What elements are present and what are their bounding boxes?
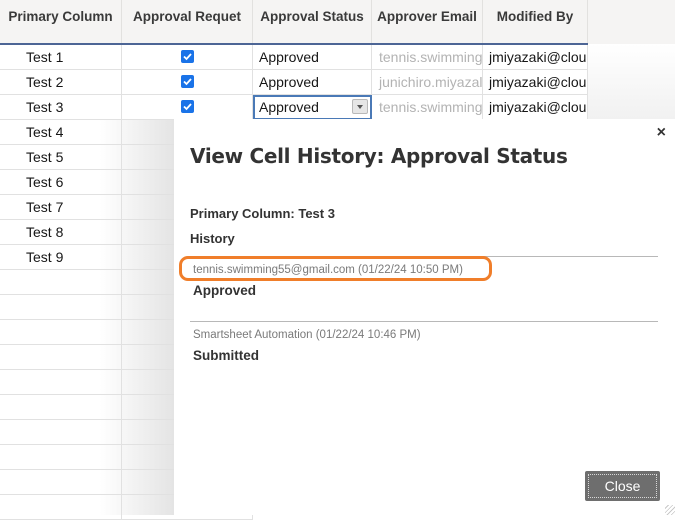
history-label: History xyxy=(190,231,235,246)
empty-cell[interactable] xyxy=(0,395,122,420)
empty-cell[interactable] xyxy=(0,495,122,520)
empty-cell[interactable] xyxy=(0,370,122,395)
column-header-approver-email[interactable]: Approver Email xyxy=(372,0,483,44)
primary-cell[interactable]: Test 3 xyxy=(0,95,122,120)
primary-cell[interactable]: Test 8 xyxy=(0,220,122,245)
empty-cell[interactable] xyxy=(0,445,122,470)
modified-by-cell[interactable]: jmiyazaki@clou xyxy=(483,70,588,95)
entry-divider xyxy=(190,321,658,322)
approver-email-cell[interactable]: tennis.swimming xyxy=(372,95,483,120)
approval-status-cell[interactable]: Approved xyxy=(253,70,372,95)
modified-by-cell[interactable]: jmiyazaki@clou xyxy=(483,95,588,120)
empty-cell[interactable] xyxy=(0,320,122,345)
empty-cell[interactable] xyxy=(0,270,122,295)
table-row: Test 3 Approved tennis.swimming jmiyazak… xyxy=(0,95,588,120)
highlight-annotation xyxy=(179,256,492,281)
approver-email-cell[interactable]: tennis.swimming xyxy=(372,45,483,70)
primary-column-label: Primary Column: Test 3 xyxy=(190,206,335,221)
close-button[interactable]: Close xyxy=(585,471,660,501)
dialog-title: View Cell History: Approval Status xyxy=(190,144,568,168)
primary-cell[interactable]: Test 7 xyxy=(0,195,122,220)
entry-author-timestamp: Smartsheet Automation (01/22/24 10:46 PM… xyxy=(193,329,421,341)
empty-cell[interactable] xyxy=(0,295,122,320)
close-icon[interactable]: × xyxy=(657,124,666,142)
approval-request-cell[interactable] xyxy=(122,45,253,70)
column-header-row: Primary Column Approval Requet Approval … xyxy=(0,0,675,44)
dropdown-arrow-icon[interactable] xyxy=(352,99,368,114)
column-header-modified-by[interactable]: Modified By xyxy=(483,0,588,44)
primary-cell[interactable]: Test 2 xyxy=(0,70,122,95)
approval-request-cell[interactable] xyxy=(122,95,253,120)
column-header-approval-request[interactable]: Approval Requet xyxy=(122,0,253,44)
table-row: Test 2 Approved junichiro.miyazal jmiyaz… xyxy=(0,70,588,95)
empty-cell[interactable] xyxy=(0,470,122,495)
approval-status-cell[interactable]: Approved xyxy=(253,45,372,70)
empty-cell[interactable] xyxy=(0,345,122,370)
approval-status-value: Approved xyxy=(259,99,319,115)
grid-background xyxy=(588,44,675,119)
entry-value: Approved xyxy=(193,283,257,298)
entry-value: Submitted xyxy=(193,348,259,363)
modified-by-cell[interactable]: jmiyazaki@clou xyxy=(483,45,588,70)
table-row: Test 1 Approved tennis.swimming jmiyazak… xyxy=(0,45,588,70)
approval-status-cell-active[interactable]: Approved xyxy=(253,95,372,120)
primary-cell[interactable]: Test 9 xyxy=(0,245,122,270)
primary-cell[interactable]: Test 4 xyxy=(0,120,122,145)
primary-cell[interactable]: Test 6 xyxy=(0,170,122,195)
column-header-approval-status[interactable]: Approval Status xyxy=(253,0,372,44)
cell-history-dialog: × View Cell History: Approval Status Pri… xyxy=(174,119,675,515)
column-header-primary[interactable]: Primary Column xyxy=(0,0,122,44)
approval-request-cell[interactable] xyxy=(122,70,253,95)
resize-handle[interactable] xyxy=(665,505,675,515)
history-entry: Smartsheet Automation (01/22/24 10:46 PM… xyxy=(190,321,658,363)
checkbox-checked-icon[interactable] xyxy=(180,100,194,113)
empty-cell[interactable] xyxy=(0,420,122,445)
approver-email-cell[interactable]: junichiro.miyazal xyxy=(372,70,483,95)
primary-cell[interactable]: Test 5 xyxy=(0,145,122,170)
checkbox-checked-icon[interactable] xyxy=(180,75,194,88)
checkbox-checked-icon[interactable] xyxy=(180,50,194,63)
primary-cell[interactable]: Test 1 xyxy=(0,45,122,70)
